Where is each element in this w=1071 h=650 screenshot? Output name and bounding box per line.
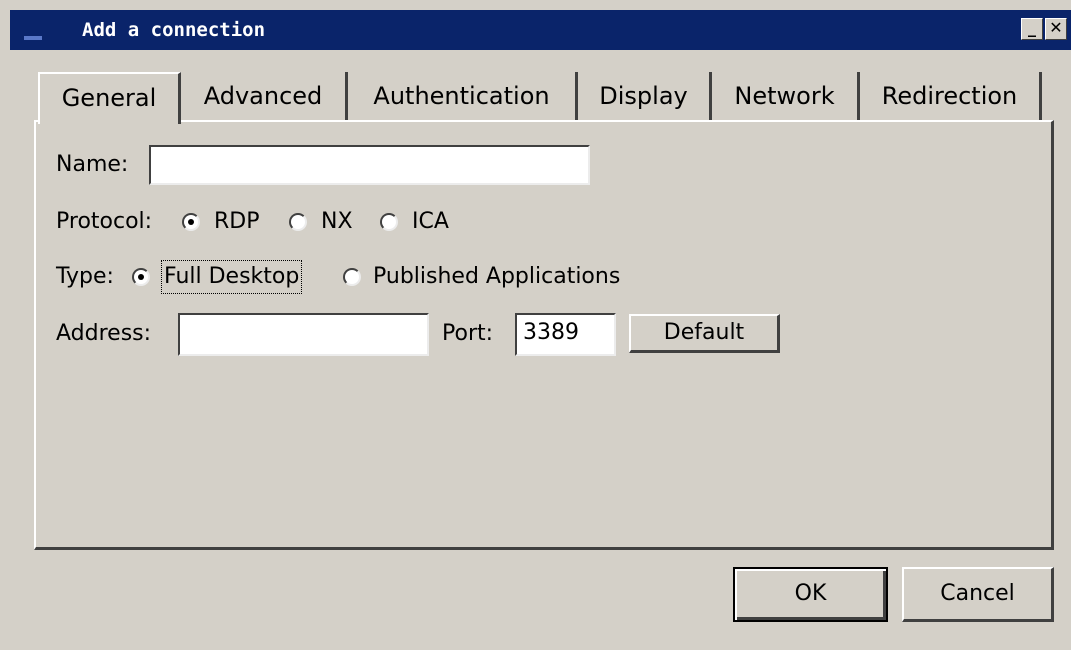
protocol-label: Protocol: [56,209,153,234]
protocol-rdp-label[interactable]: RDP [214,208,260,236]
type-published-apps-radio[interactable] [343,268,361,286]
type-full-desktop-radio[interactable] [132,268,150,286]
title-bar[interactable]: Add a connection _ ✕ [10,10,1071,50]
protocol-ica-label[interactable]: ICA [412,208,449,236]
minimize-icon: _ [1028,18,1036,37]
type-published-apps-label[interactable]: Published Applications [373,263,620,291]
close-icon: ✕ [1049,18,1063,37]
address-field[interactable] [178,313,429,356]
default-port-button[interactable]: Default [629,314,780,353]
cancel-button[interactable]: Cancel [902,567,1054,622]
type-full-desktop-label[interactable]: Full Desktop [160,260,303,294]
window-title: Add a connection [82,19,266,41]
tab-display[interactable]: Display [578,72,712,120]
tab-network[interactable]: Network [712,72,860,120]
tab-authentication[interactable]: Authentication [348,72,578,120]
protocol-ica-radio[interactable] [380,213,398,231]
name-label: Name: [56,152,129,177]
minimize-button[interactable]: _ [1021,18,1043,40]
port-field[interactable]: 3389 [515,313,616,356]
name-field[interactable] [149,145,590,185]
close-button[interactable]: ✕ [1045,18,1067,40]
tab-general[interactable]: General [38,72,181,124]
tab-redirection[interactable]: Redirection [860,72,1042,120]
add-connection-dialog: Add a connection _ ✕ General Advanced Au… [0,0,1071,650]
type-label: Type: [56,264,114,289]
address-label: Address: [56,321,152,346]
tab-advanced[interactable]: Advanced [181,72,348,120]
port-label: Port: [442,321,494,346]
protocol-nx-radio[interactable] [289,213,307,231]
window-icon [24,36,42,40]
ok-button[interactable]: OK [733,567,888,622]
protocol-nx-label[interactable]: NX [321,208,353,236]
protocol-rdp-radio[interactable] [182,213,200,231]
